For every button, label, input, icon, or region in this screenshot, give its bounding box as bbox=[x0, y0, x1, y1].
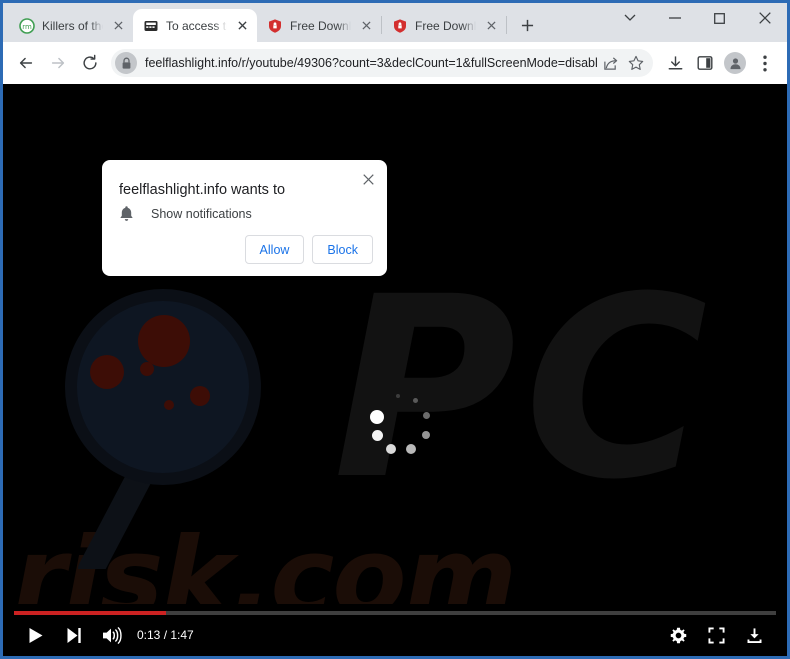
tab-close-button[interactable] bbox=[358, 17, 375, 34]
video-download-button[interactable] bbox=[735, 616, 773, 654]
red-shield-icon bbox=[394, 18, 406, 33]
settings-button[interactable] bbox=[659, 616, 697, 654]
back-button[interactable] bbox=[11, 48, 41, 78]
bookmark-button[interactable] bbox=[623, 50, 649, 76]
tab-killers-of-the-flower[interactable]: rm Killers of the Flo bbox=[9, 9, 133, 42]
share-button[interactable] bbox=[597, 50, 623, 76]
play-button[interactable] bbox=[17, 616, 55, 654]
dialog-actions: Allow Block bbox=[244, 235, 373, 264]
side-panel-icon bbox=[697, 56, 713, 70]
allow-button[interactable]: Allow bbox=[244, 235, 305, 264]
minimize-icon bbox=[668, 17, 681, 19]
dark-square-icon bbox=[144, 20, 158, 31]
chevron-down-icon bbox=[624, 14, 635, 21]
maximize-icon bbox=[714, 12, 725, 24]
close-icon bbox=[362, 21, 371, 30]
close-window-button[interactable] bbox=[742, 3, 787, 33]
close-icon bbox=[238, 21, 247, 30]
dialog-title: feelflashlight.info wants to bbox=[119, 182, 286, 198]
download-icon bbox=[668, 55, 682, 70]
reload-icon bbox=[83, 54, 97, 70]
gear-icon bbox=[670, 627, 686, 643]
video-page: PC risk.com feelflashlight.info wants to… bbox=[3, 84, 787, 656]
controls-right-group bbox=[659, 616, 773, 654]
tab-search-button[interactable] bbox=[607, 3, 652, 33]
download-icon bbox=[747, 627, 761, 643]
maximize-button[interactable] bbox=[697, 3, 742, 33]
tab-to-access-the-web[interactable]: To access the w bbox=[133, 9, 257, 42]
tab-free-download-1[interactable]: Free Download bbox=[257, 9, 381, 42]
plus-icon bbox=[521, 19, 533, 31]
video-controls-bar: 0:13 / 1:47 bbox=[3, 604, 787, 656]
red-shield-icon bbox=[269, 18, 281, 33]
svg-text:rm: rm bbox=[22, 23, 32, 31]
next-track-icon bbox=[67, 627, 81, 643]
permission-label: Show notifications bbox=[151, 206, 252, 221]
time-display: 0:13 / 1:47 bbox=[137, 628, 194, 642]
volume-button[interactable] bbox=[93, 616, 131, 654]
tab-strip: rm Killers of the Flo To access the w bbox=[3, 3, 787, 42]
tab-label: Free Download bbox=[290, 18, 351, 33]
side-panel-button[interactable] bbox=[691, 49, 719, 77]
avatar bbox=[724, 52, 746, 74]
dialog-close-button[interactable] bbox=[357, 168, 379, 190]
downloads-button[interactable] bbox=[661, 49, 689, 77]
star-icon bbox=[628, 55, 644, 70]
volume-icon bbox=[103, 626, 122, 644]
magnifying-glass-icon bbox=[65, 289, 261, 569]
loading-spinner bbox=[368, 394, 438, 464]
close-icon bbox=[114, 21, 123, 30]
block-button[interactable]: Block bbox=[312, 235, 373, 264]
next-button[interactable] bbox=[55, 616, 93, 654]
tab-divider bbox=[506, 16, 507, 34]
forward-arrow-icon bbox=[51, 57, 65, 69]
new-tab-button[interactable] bbox=[513, 11, 541, 39]
tab-label: To access the w bbox=[166, 18, 227, 33]
tab-close-button[interactable] bbox=[483, 17, 500, 34]
tab-close-button[interactable] bbox=[110, 17, 127, 34]
close-icon bbox=[758, 12, 771, 24]
forward-button[interactable] bbox=[43, 48, 73, 78]
permission-row: Show notifications bbox=[119, 205, 252, 222]
tab-label: Killers of the Flo bbox=[42, 18, 103, 33]
close-icon bbox=[487, 21, 496, 30]
notification-permission-dialog: feelflashlight.info wants to Show notifi… bbox=[102, 160, 387, 276]
browser-menu-button[interactable] bbox=[751, 49, 779, 77]
tab-free-download-2[interactable]: Free Download bbox=[382, 9, 506, 42]
site-info-button[interactable] bbox=[115, 52, 137, 74]
back-arrow-icon bbox=[19, 57, 33, 69]
controls-row: 0:13 / 1:47 bbox=[3, 614, 787, 656]
reload-button[interactable] bbox=[75, 48, 105, 78]
share-icon bbox=[603, 56, 617, 70]
browser-window: rm Killers of the Flo To access the w bbox=[0, 0, 790, 659]
bell-icon bbox=[120, 206, 133, 221]
play-icon bbox=[29, 627, 43, 643]
lock-icon bbox=[122, 57, 130, 69]
tab-label: Free Download bbox=[415, 18, 476, 33]
close-icon bbox=[362, 173, 374, 185]
fullscreen-icon bbox=[707, 626, 725, 644]
profile-button[interactable] bbox=[721, 49, 749, 77]
profile-avatar-icon bbox=[729, 57, 741, 69]
fullscreen-button[interactable] bbox=[697, 616, 735, 654]
tab-close-button[interactable] bbox=[234, 17, 251, 34]
window-controls bbox=[607, 3, 787, 42]
browser-toolbar: feelflashlight.info/r/youtube/49306?coun… bbox=[3, 42, 787, 84]
url-text: feelflashlight.info/r/youtube/49306?coun… bbox=[145, 56, 597, 70]
three-dot-menu-icon bbox=[763, 55, 767, 71]
watermark-pc-text: PC bbox=[333, 243, 716, 534]
rm-circle-icon: rm bbox=[19, 17, 35, 34]
minimize-button[interactable] bbox=[652, 3, 697, 33]
address-bar[interactable]: feelflashlight.info/r/youtube/49306?coun… bbox=[111, 49, 653, 77]
